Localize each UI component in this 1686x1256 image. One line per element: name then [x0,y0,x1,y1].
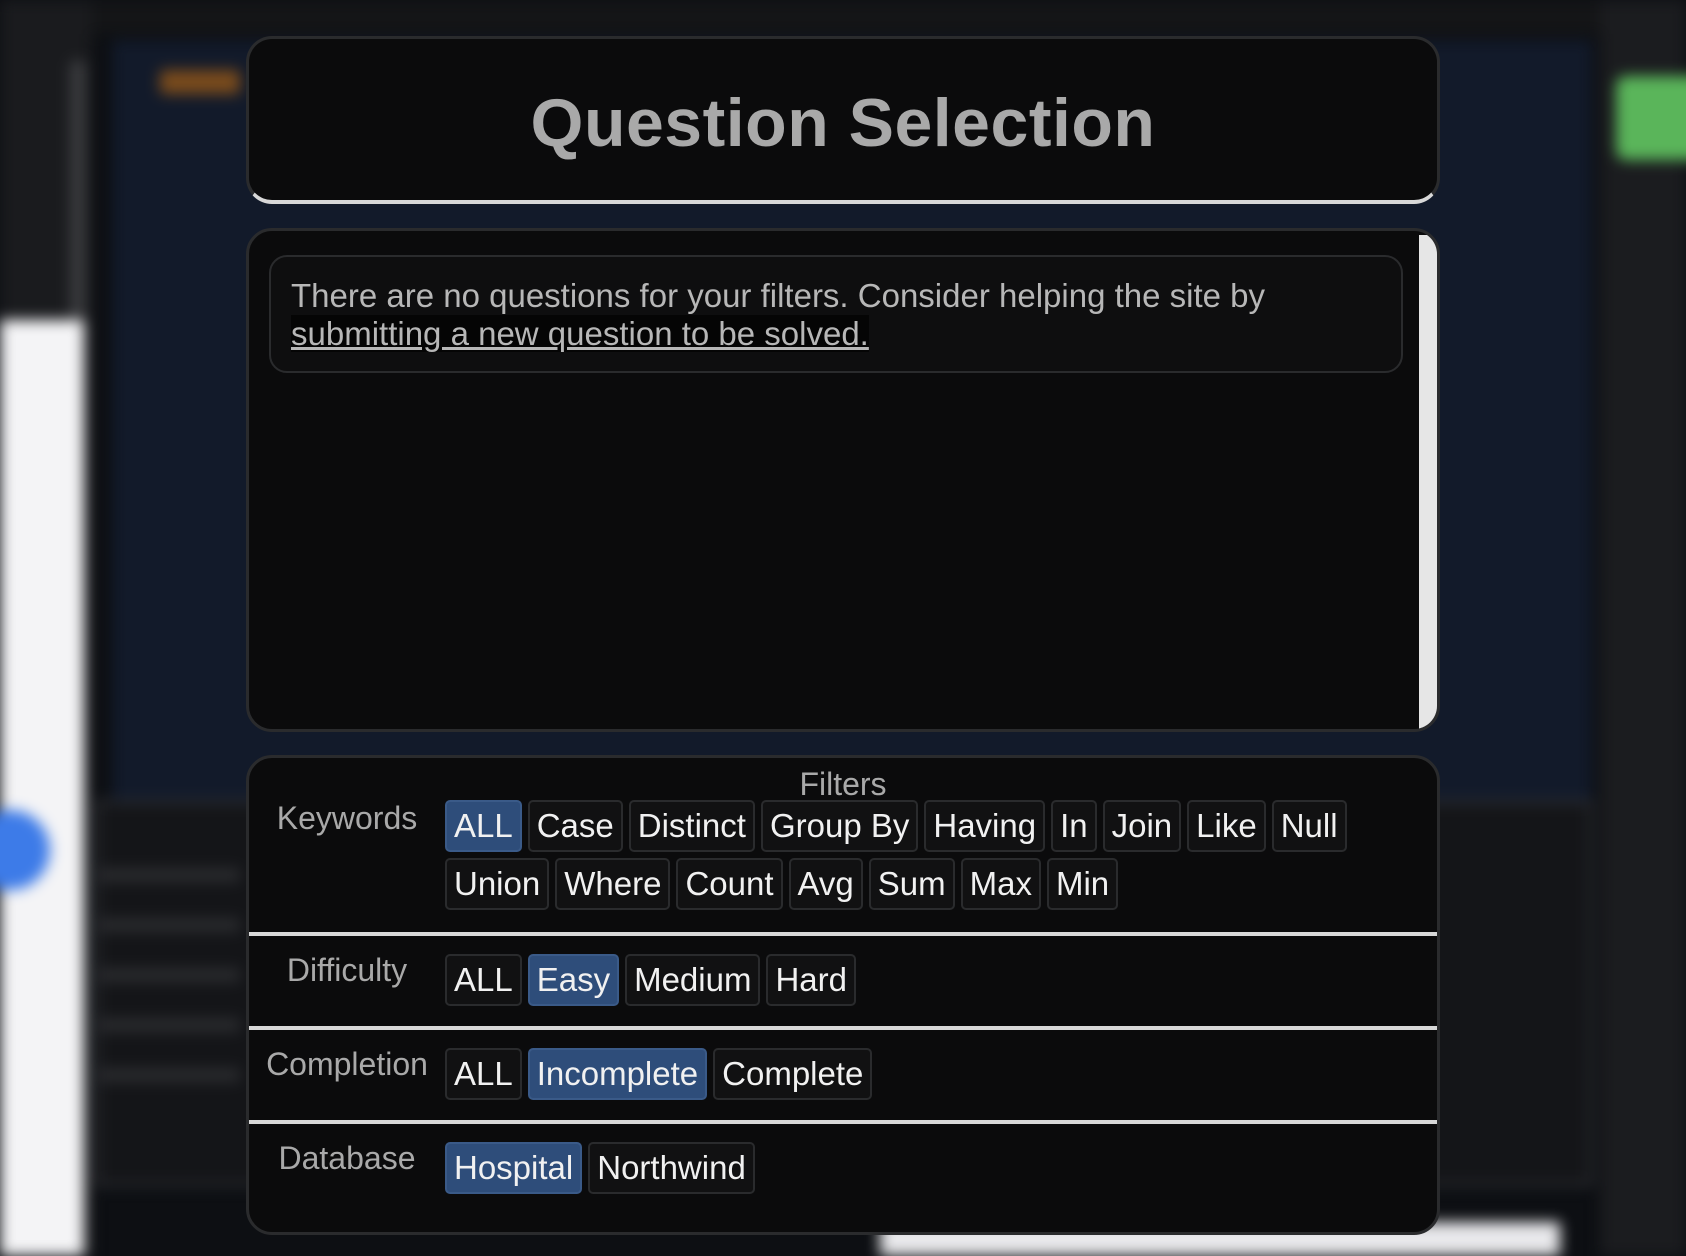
filter-chip-keywords-null[interactable]: Null [1271,800,1347,852]
submit-question-link[interactable]: submitting a new question to be solved. [291,315,869,352]
filter-chip-difficulty-hard[interactable]: Hard [766,954,856,1006]
filter-chip-keywords-union[interactable]: Union [445,858,550,910]
filter-chip-keywords-max[interactable]: Max [960,858,1041,910]
filter-chip-keywords-sum[interactable]: Sum [868,858,955,910]
filter-chip-keywords-all[interactable]: ALL [445,800,522,852]
empty-state-message: There are no questions for your filters.… [269,255,1403,373]
filter-label-database: Database [278,1140,416,1176]
filter-chip-keywords-like[interactable]: Like [1187,800,1266,852]
filter-chip-keywords-count[interactable]: Count [676,858,783,910]
filter-chip-keywords-avg[interactable]: Avg [788,858,863,910]
filter-chip-difficulty-all[interactable]: ALL [445,954,522,1006]
filter-chip-keywords-having[interactable]: Having [924,800,1046,852]
filter-chip-keywords-distinct[interactable]: Distinct [628,800,755,852]
filter-label-completion: Completion [266,1046,428,1082]
empty-state-text: There are no questions for your filters.… [291,277,1266,314]
filter-chip-keywords-in[interactable]: In [1051,800,1097,852]
title-card: Question Selection [246,36,1440,204]
filter-chip-completion-all[interactable]: ALL [445,1048,522,1100]
filter-row-difficulty: Difficulty ALL Easy Medium Hard [249,936,1437,1030]
completion-chips: ALL Incomplete Complete [445,1048,1417,1100]
filter-chip-keywords-join[interactable]: Join [1102,800,1182,852]
filter-row-database: Database Hospital Northwind [249,1124,1437,1224]
filter-chip-database-hospital[interactable]: Hospital [445,1142,583,1194]
filter-chip-completion-complete[interactable]: Complete [713,1048,873,1100]
filter-label-difficulty: Difficulty [286,952,408,988]
filter-chip-difficulty-easy[interactable]: Easy [527,954,620,1006]
database-chips: Hospital Northwind [445,1142,1417,1194]
keyword-chips: ALL Case Distinct Group By Having In Join Like N… [445,800,1417,910]
filter-chip-keywords-group-by[interactable]: Group By [760,800,919,852]
filters-panel: Filters Keywords ALL Case Distinct Group By… [246,755,1440,1235]
question-list[interactable]: There are no questions for your filters.… [246,228,1440,732]
filter-label-keywords: Keywords [276,800,418,836]
difficulty-chips: ALL Easy Medium Hard [445,954,1417,1006]
filter-chip-keywords-where[interactable]: Where [555,858,671,910]
modal-title: Question Selection [530,85,1156,161]
filter-chip-keywords-case[interactable]: Case [527,800,623,852]
filter-row-keywords: Keywords ALL Case Distinct Group By Having In… [249,758,1437,936]
question-selection-modal: Question Selection There are no question… [0,0,1686,1256]
filter-row-completion: Completion ALL Incomplete Complete [249,1030,1437,1124]
filter-chip-database-northwind[interactable]: Northwind [588,1142,755,1194]
filter-chip-difficulty-medium[interactable]: Medium [625,954,761,1006]
filter-chip-completion-incomplete[interactable]: Incomplete [527,1048,708,1100]
filter-chip-keywords-min[interactable]: Min [1046,858,1119,910]
question-list-scrollbar[interactable] [1419,235,1437,729]
